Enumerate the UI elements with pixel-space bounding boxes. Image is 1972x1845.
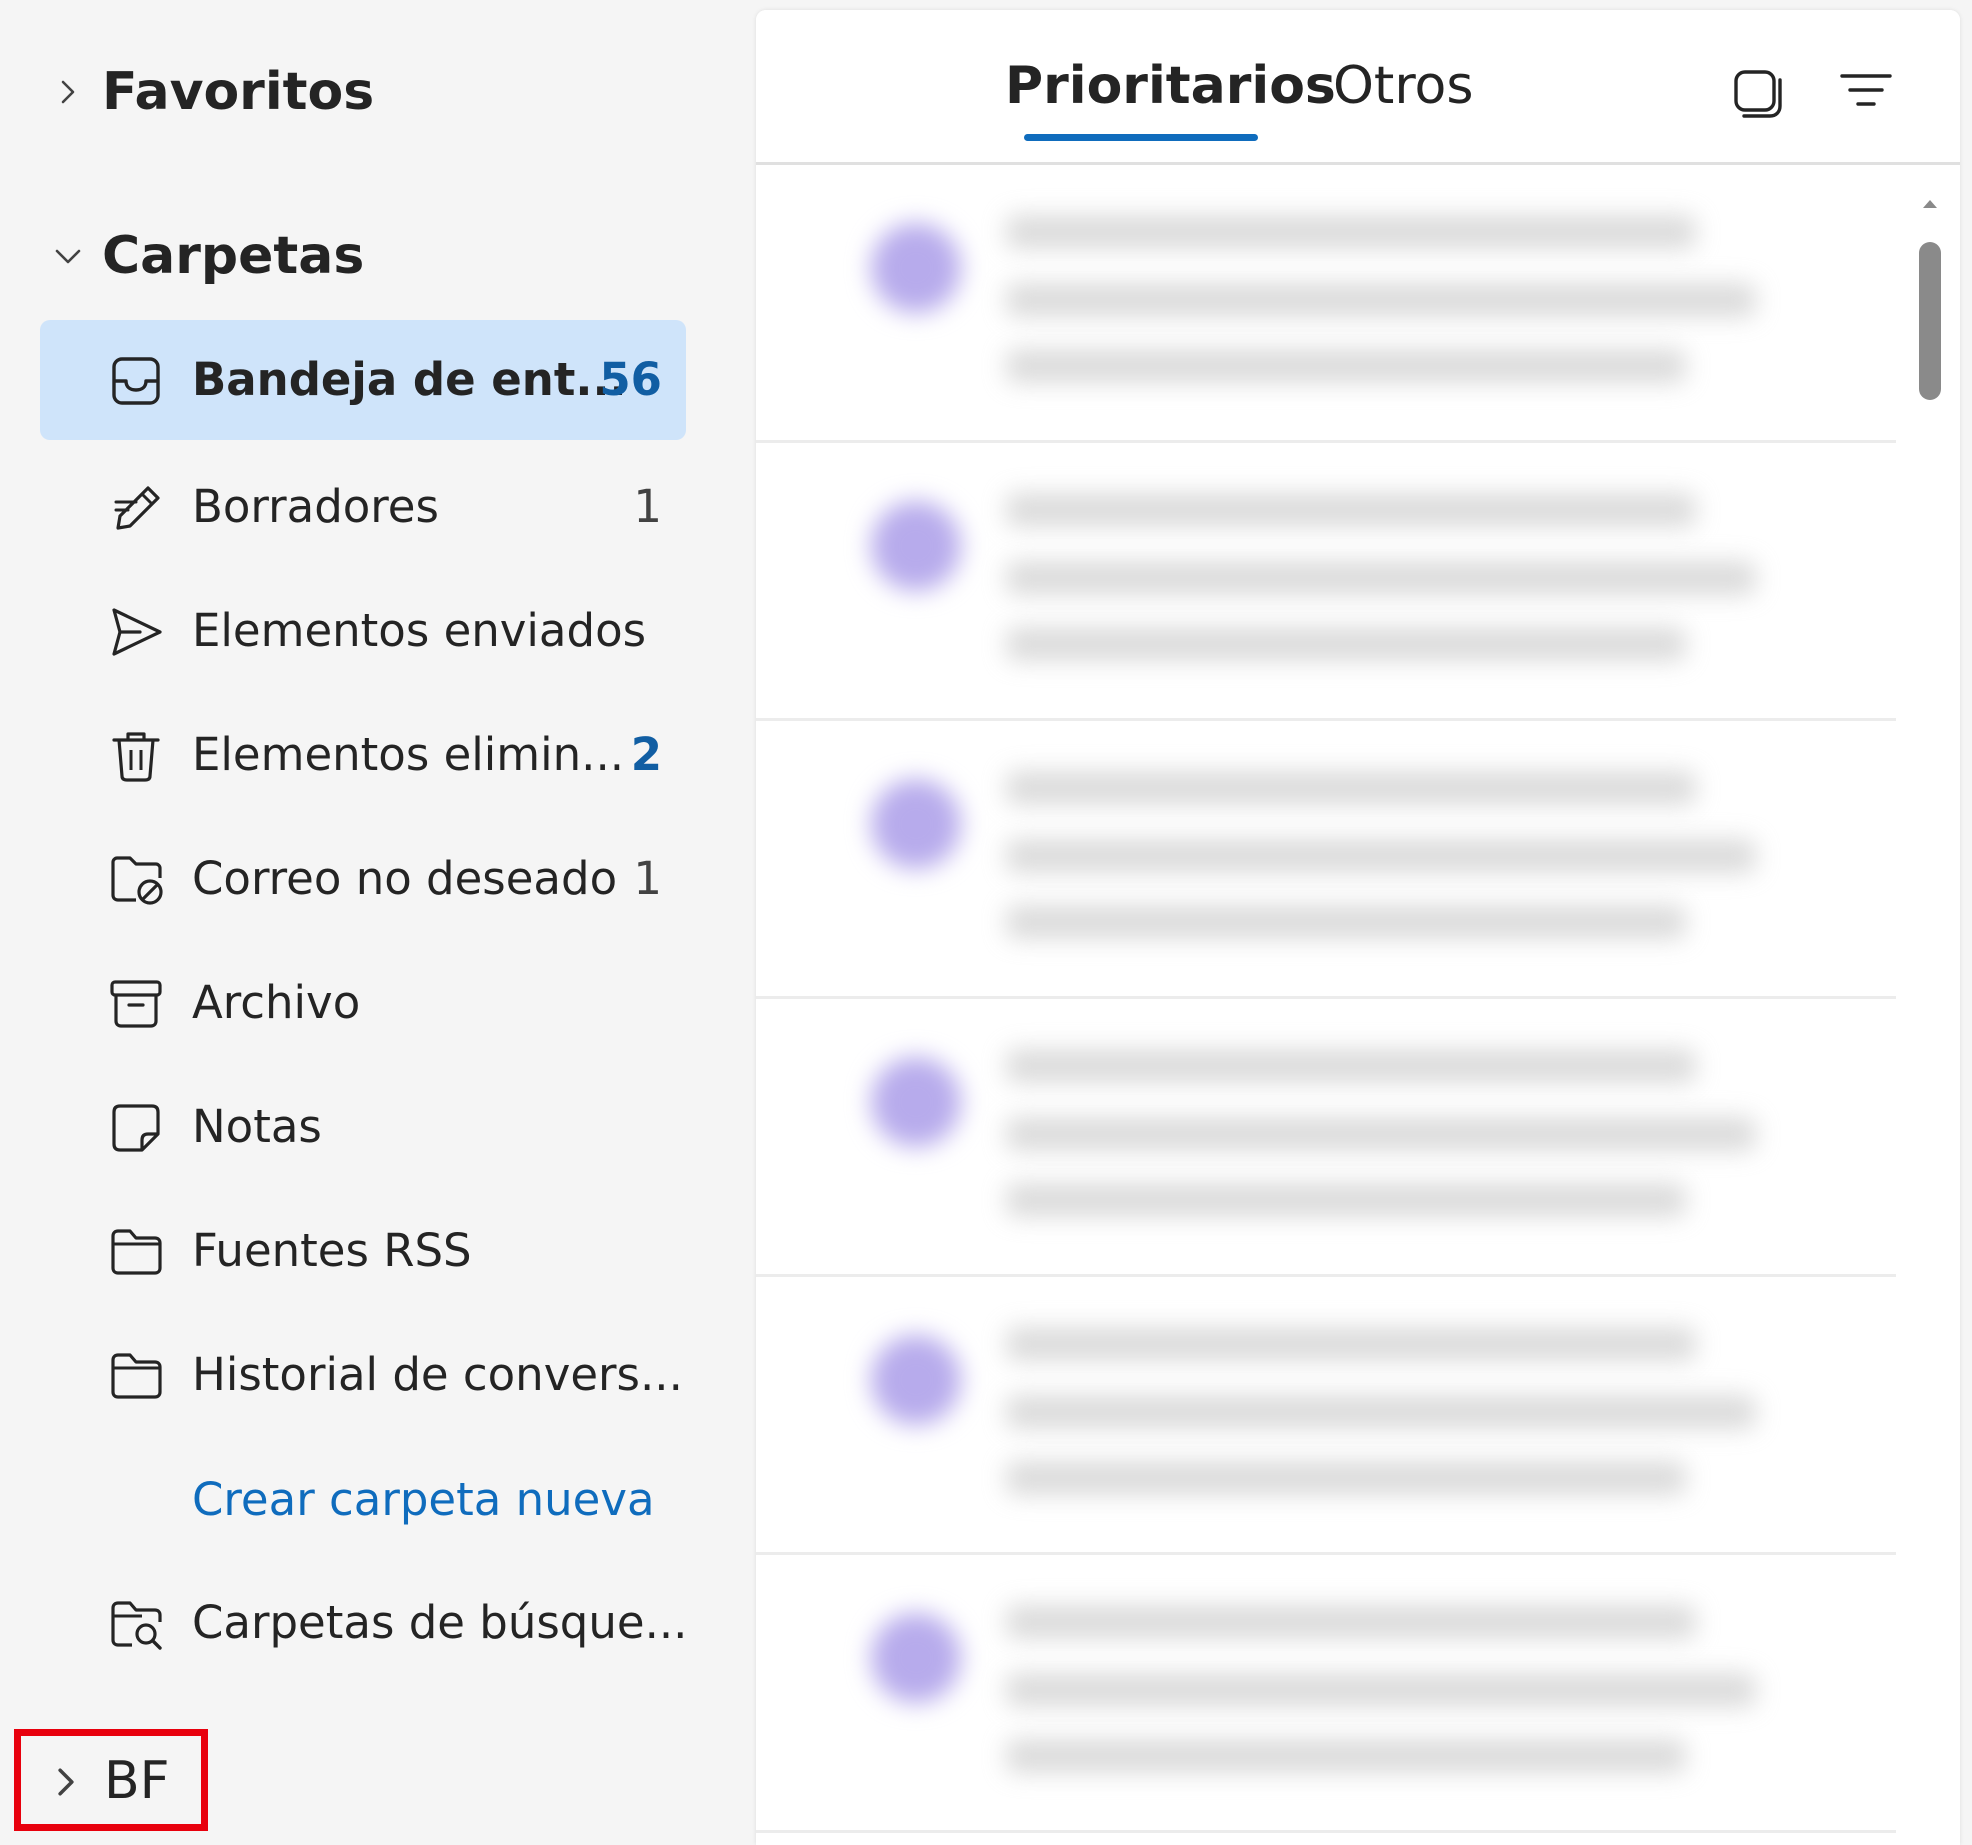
trash-icon (106, 728, 166, 784)
message-list-header: Prioritarios Otros (756, 10, 1960, 165)
folder-item-notes[interactable]: Notas (40, 1067, 686, 1187)
chevron-right-icon[interactable] (44, 68, 92, 116)
folder-item-sent[interactable]: Elementos enviados (40, 571, 686, 691)
blurred-subject (1006, 1117, 1756, 1151)
blurred-sender (1006, 1049, 1696, 1083)
folder-item-deleted[interactable]: Elementos elimin... 2 (40, 695, 686, 815)
avatar (871, 1613, 961, 1703)
folder-label: Fuentes RSS (192, 1224, 472, 1277)
blurred-sender (1006, 215, 1696, 249)
create-folder-link[interactable]: Crear carpeta nueva (192, 1450, 655, 1550)
folder-item-rss[interactable]: Fuentes RSS (40, 1191, 686, 1311)
avatar (871, 501, 961, 591)
folder-label: Elementos enviados (192, 604, 647, 657)
item-count: 1 (633, 480, 662, 533)
send-icon (106, 604, 166, 660)
blurred-subject (1006, 561, 1756, 595)
folder-icon (106, 1348, 166, 1404)
blurred-preview (1006, 1739, 1686, 1773)
blurred-sender (1006, 771, 1696, 805)
junk-folder-icon (106, 852, 166, 908)
select-mode-icon[interactable] (1728, 64, 1788, 124)
avatar (871, 1335, 961, 1425)
message-item[interactable] (756, 999, 1896, 1277)
folder-label: Notas (192, 1100, 322, 1153)
blurred-preview (1006, 1183, 1686, 1217)
blurred-preview (1006, 1461, 1686, 1495)
folder-label: Elementos elimin... (192, 728, 625, 781)
account-bf-label[interactable]: BF (104, 1745, 170, 1817)
folder-item-conversation-history[interactable]: Historial de convers... (40, 1315, 686, 1435)
scrollbar-thumb[interactable] (1919, 242, 1941, 400)
outlook-window: Favoritos Carpetas Bandeja de ent... 56 … (0, 0, 1972, 1845)
folder-item-drafts[interactable]: Borradores 1 (40, 447, 686, 567)
blurred-subject (1006, 1395, 1756, 1429)
unread-count: 2 (630, 728, 662, 781)
chevron-down-icon[interactable] (44, 232, 92, 280)
active-tab-indicator (1024, 134, 1258, 141)
message-item[interactable] (756, 1555, 1896, 1833)
scrollbar[interactable] (1906, 165, 1960, 1845)
message-list (756, 165, 1896, 1845)
message-list-pane: Prioritarios Otros (756, 10, 1960, 1845)
blurred-sender (1006, 1327, 1696, 1361)
folders-title: Carpetas (102, 226, 365, 286)
folder-item-archive[interactable]: Archivo (40, 943, 686, 1063)
folder-label: Carpetas de búsque... (192, 1596, 688, 1649)
filter-icon[interactable] (1836, 62, 1896, 122)
folder-label: Archivo (192, 976, 361, 1029)
folder-item-inbox[interactable]: Bandeja de ent... 56 (40, 320, 686, 440)
blurred-subject (1006, 839, 1756, 873)
folder-label: Correo no deseado (192, 852, 618, 905)
folder-item-search-folders[interactable]: Carpetas de búsque... (40, 1563, 688, 1683)
message-item[interactable] (756, 1277, 1896, 1555)
search-folder-icon (106, 1596, 166, 1652)
tab-other[interactable]: Otros (1333, 50, 1473, 122)
folder-pane: Favoritos Carpetas Bandeja de ent... 56 … (0, 0, 750, 1845)
blurred-sender (1006, 1605, 1696, 1639)
folder-label: Bandeja de ent... (192, 353, 627, 406)
folder-icon (106, 1224, 166, 1280)
message-item[interactable] (756, 165, 1896, 443)
blurred-sender (1006, 493, 1696, 527)
folder-item-junk[interactable]: Correo no deseado 1 (40, 819, 686, 939)
message-item[interactable] (756, 443, 1896, 721)
blurred-subject (1006, 1673, 1756, 1707)
tab-focused[interactable]: Prioritarios (1005, 50, 1336, 122)
message-item[interactable] (756, 721, 1896, 999)
avatar (871, 1057, 961, 1147)
avatar (871, 223, 961, 313)
chevron-right-icon[interactable] (44, 1760, 88, 1804)
folder-label: Borradores (192, 480, 439, 533)
blurred-preview (1006, 349, 1686, 383)
item-count: 1 (633, 852, 662, 905)
notes-icon (106, 1100, 166, 1156)
blurred-subject (1006, 283, 1756, 317)
folder-label: Historial de convers... (192, 1348, 683, 1401)
avatar (871, 779, 961, 869)
archive-icon (106, 976, 166, 1032)
blurred-preview (1006, 627, 1686, 661)
favorites-title: Favoritos (102, 62, 375, 122)
blurred-preview (1006, 905, 1686, 939)
drafts-pencil-icon (106, 480, 166, 536)
scroll-up-arrow-icon[interactable] (1915, 188, 1945, 218)
unread-count: 56 (599, 353, 662, 406)
inbox-icon (106, 353, 166, 409)
